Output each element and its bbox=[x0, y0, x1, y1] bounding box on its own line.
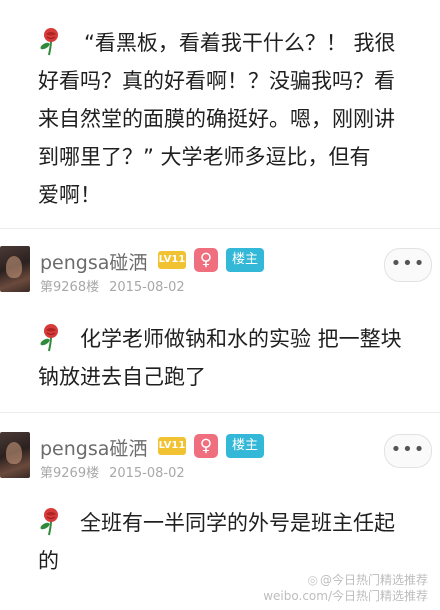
post-line: 爱啊！ bbox=[38, 183, 101, 207]
post-line: 钠放进去自己跑了 bbox=[38, 365, 206, 389]
avatar[interactable] bbox=[0, 246, 30, 292]
owner-badge: 楼主 bbox=[226, 248, 264, 272]
reply-meta: 第9269楼 2015-08-02 bbox=[40, 462, 185, 481]
post-line: 全班有一半同学的外号是班主任起 bbox=[80, 511, 395, 535]
divider bbox=[0, 228, 440, 229]
watermark-handle: @今日热门精选推荐 bbox=[319, 573, 428, 587]
female-icon: ♀ bbox=[194, 248, 218, 272]
floor-number: 第9268楼 bbox=[40, 280, 100, 295]
post-date: 2015-08-02 bbox=[109, 466, 185, 481]
divider bbox=[0, 412, 440, 413]
owner-badge: 楼主 bbox=[226, 434, 264, 458]
reply-meta: 第9268楼 2015-08-02 bbox=[40, 276, 185, 295]
post-line: 到哪里了？” 大学老师多逗比，但有 bbox=[38, 145, 371, 169]
more-options-button[interactable]: ••• bbox=[384, 248, 432, 282]
username[interactable]: pengsa碰洒 bbox=[40, 248, 147, 275]
female-icon: ♀ bbox=[194, 434, 218, 458]
watermark-url: weibo.com/今日热门精选推荐 bbox=[263, 589, 428, 603]
more-options-button[interactable]: ••• bbox=[384, 434, 432, 468]
post-date: 2015-08-02 bbox=[109, 280, 185, 295]
post-line: 好看吗？真的好看啊！？没骗我吗？看 bbox=[38, 69, 395, 93]
post-line: “看黑板，看着我干什么？！ 我很 bbox=[84, 31, 396, 55]
reply-header: pengsa碰洒 LV11 ♀ 楼主 第9269楼 2015-08-02 ••• bbox=[0, 432, 440, 492]
weibo-watermark: ◎ @今日热门精选推荐 weibo.com/今日热门精选推荐 bbox=[263, 572, 428, 604]
post-line: 来自然堂的面膜的确挺好。嗯，刚刚讲 bbox=[38, 107, 395, 131]
rose-icon bbox=[40, 324, 58, 352]
avatar[interactable] bbox=[0, 432, 30, 478]
rose-icon bbox=[40, 28, 58, 56]
post-line: 的 bbox=[38, 549, 59, 573]
level-badge: LV11 bbox=[158, 437, 186, 455]
post-line: 化学老师做钠和水的实验 把一整块 bbox=[80, 327, 402, 351]
reply-header: pengsa碰洒 LV11 ♀ 楼主 第9268楼 2015-08-02 ••• bbox=[0, 246, 440, 306]
floor-number: 第9269楼 bbox=[40, 466, 100, 481]
weibo-logo-icon: ◎ bbox=[307, 573, 318, 587]
level-badge: LV11 bbox=[158, 251, 186, 269]
rose-icon bbox=[40, 508, 58, 536]
username[interactable]: pengsa碰洒 bbox=[40, 434, 147, 461]
